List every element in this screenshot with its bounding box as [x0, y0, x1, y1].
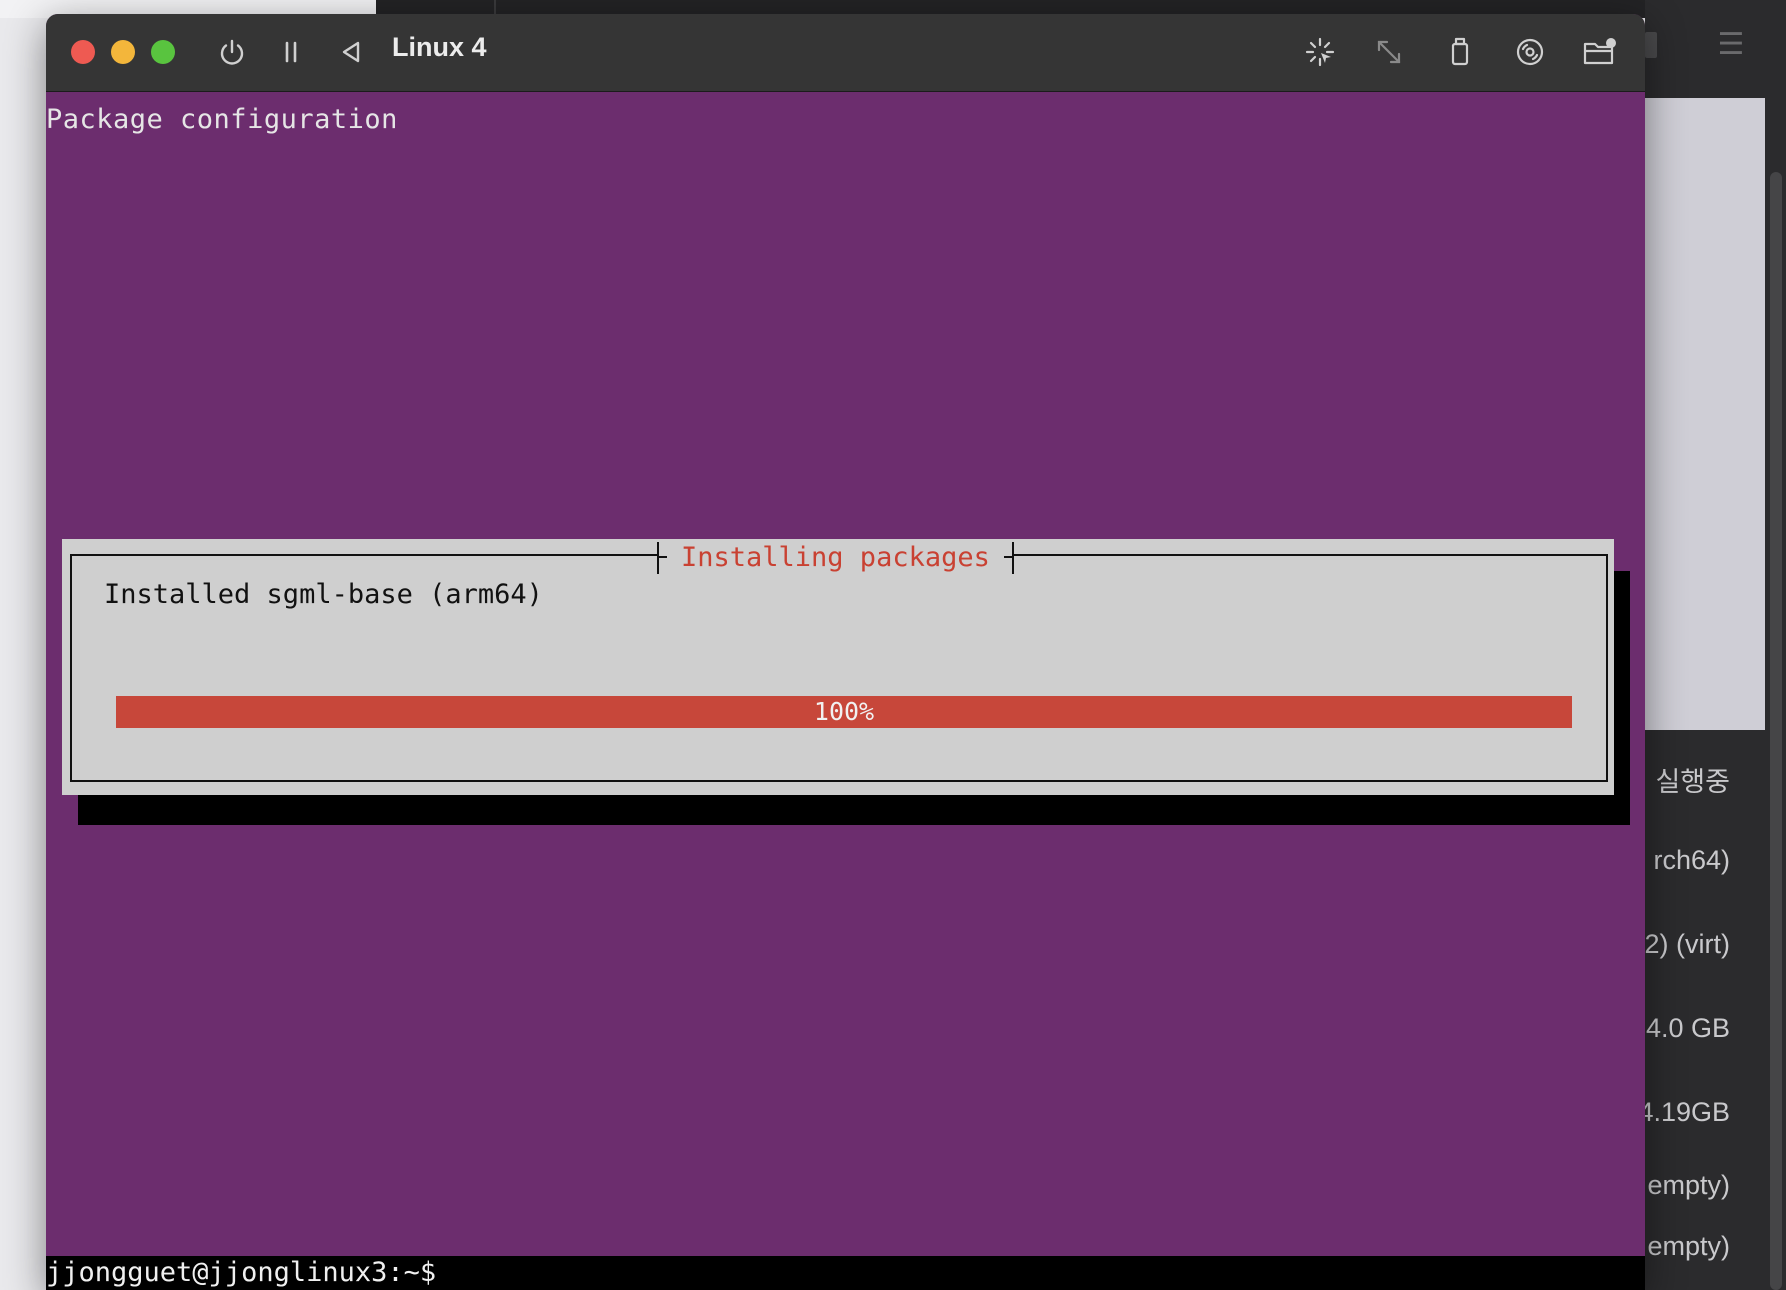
shell-prompt: jjongguet@jjonglinux3:~$	[46, 1257, 437, 1288]
vm-preview-thumbnail[interactable]	[1645, 98, 1765, 730]
install-progress-bar: 100%	[116, 696, 1572, 728]
vm-status-label: 실행중	[1655, 767, 1730, 797]
capture-icon[interactable]	[1302, 34, 1338, 70]
info-panel-scrollbar[interactable]	[1770, 172, 1782, 1290]
maximize-window-button[interactable]	[151, 40, 175, 64]
shared-folder-icon[interactable]	[1580, 34, 1620, 70]
window-title: Linux 4	[392, 32, 487, 62]
vm-window: Linux 4 Package configuration Installing…	[46, 14, 1645, 1290]
vm-machine: 2) (virt)	[1644, 929, 1730, 959]
window-titlebar[interactable]: Linux 4	[46, 14, 1645, 92]
usb-icon[interactable]	[1442, 34, 1478, 70]
vm-disk-size: 4.19GB	[1638, 1097, 1730, 1127]
sliders-icon[interactable]: ☰	[1713, 28, 1749, 62]
power-icon[interactable]	[214, 34, 250, 70]
terminal-screen[interactable]: Package configuration Installing package…	[46, 92, 1645, 1290]
dialog-title-box: Installing packages	[657, 542, 1014, 574]
progress-percent-label: 100%	[813, 697, 875, 726]
minimize-window-button[interactable]	[111, 40, 135, 64]
back-icon[interactable]	[336, 34, 366, 70]
dialog-title: Installing packages	[681, 542, 990, 573]
package-configuration-header: Package configuration	[46, 104, 398, 135]
vm-memory: 4.0 GB	[1645, 1013, 1730, 1043]
info-toolbar-button[interactable]	[1645, 32, 1657, 58]
pause-icon[interactable]	[276, 34, 306, 70]
close-window-button[interactable]	[71, 40, 95, 64]
vm-architecture: rch64)	[1653, 845, 1730, 875]
disc-icon[interactable]	[1512, 34, 1548, 70]
shell-prompt-line[interactable]: jjongguet@jjonglinux3:~$	[46, 1256, 1645, 1290]
vm-drive-1: empty)	[1647, 1170, 1730, 1200]
install-status-message: Installed sgml-base (arm64)	[104, 579, 543, 610]
installing-packages-dialog: Installing packages Installed sgml-base …	[62, 539, 1614, 795]
resize-icon[interactable]	[1371, 34, 1407, 70]
vm-drive-2: empty)	[1647, 1231, 1730, 1261]
